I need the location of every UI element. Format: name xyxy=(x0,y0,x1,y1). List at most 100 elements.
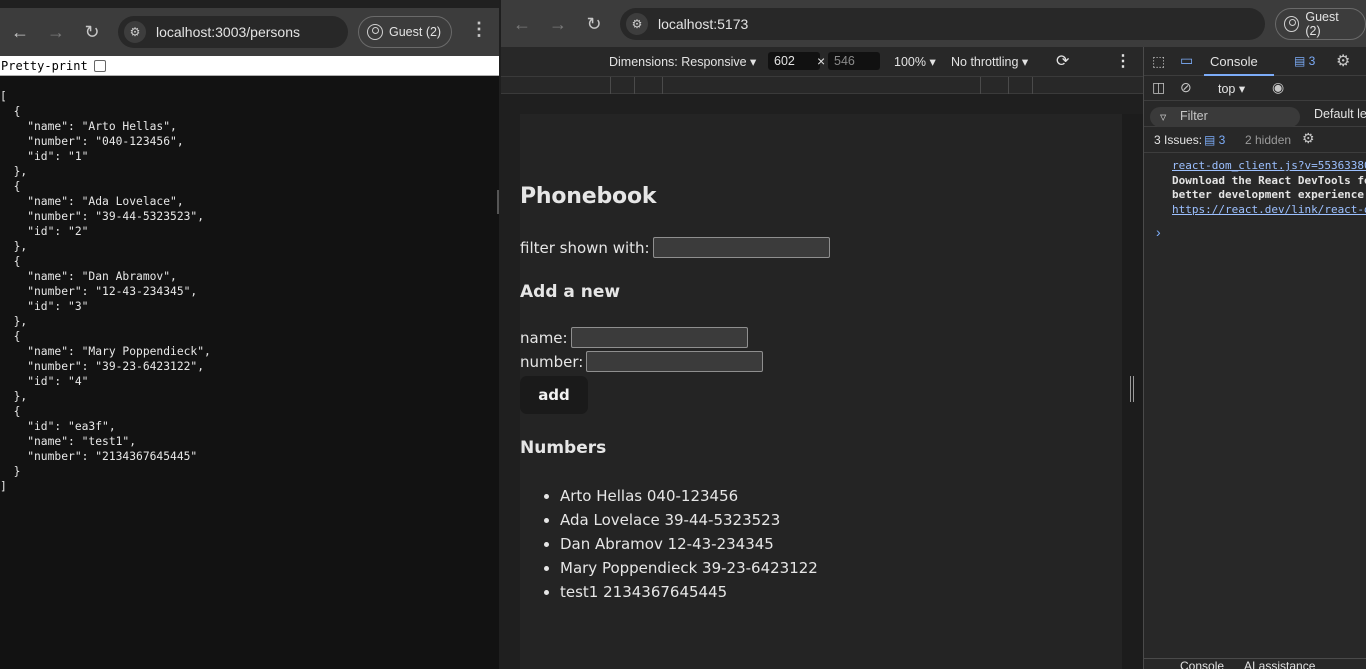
context-select[interactable]: top ▾ xyxy=(1218,81,1245,96)
console-prompt-icon[interactable]: › xyxy=(1156,224,1161,240)
filter-row: ▿ Filter Default lev xyxy=(1144,101,1366,127)
issues-count: 3 xyxy=(1218,133,1226,147)
json-line: "number": "39-23-6423122", xyxy=(0,360,205,373)
json-line: { xyxy=(0,180,21,193)
left-toolbar: ← → ↻ ⚙ localhost:3003/persons Guest (2)… xyxy=(0,8,499,56)
devtools-panel: ⬚ ▭ Console ▤ 3 ⚙ ◫ ⊘ top ▾ ◉ ▿ Filter D… xyxy=(1143,47,1366,669)
json-line: "number": "040-123456", xyxy=(0,135,184,148)
profile-button[interactable]: Guest (2) xyxy=(1275,8,1366,40)
ruler-tick xyxy=(980,77,981,94)
width-input[interactable]: 602 xyxy=(768,52,820,70)
zoom-select[interactable]: 100% ▾ xyxy=(894,54,936,69)
person-item: Arto Hellas 040-123456 xyxy=(560,484,818,508)
json-line: { xyxy=(0,255,21,268)
profile-icon xyxy=(1284,16,1300,32)
add-button[interactable]: add xyxy=(520,376,588,414)
issues-settings-icon[interactable]: ⚙ xyxy=(1302,130,1315,147)
zoom-label: 100% xyxy=(894,55,926,69)
reload-icon[interactable]: ↻ xyxy=(80,20,104,44)
drawer-tab-console[interactable]: Console xyxy=(1180,659,1224,669)
json-line: { xyxy=(0,405,21,418)
viewport-resize-handle[interactable] xyxy=(1130,376,1134,402)
filter-label: filter shown with: xyxy=(520,238,650,257)
address-url: localhost:3003/persons xyxy=(156,24,300,40)
address-bar[interactable]: ⚙ localhost:3003/persons xyxy=(118,16,348,48)
console-message: react-dom_client.js?v=55363380 Download … xyxy=(1172,159,1366,217)
eye-icon[interactable]: ◉ xyxy=(1272,79,1284,96)
hidden-count: 2 hidden xyxy=(1245,133,1292,147)
json-line: "id": "4" xyxy=(0,375,89,388)
ruler-tick xyxy=(1008,77,1009,94)
json-line: { xyxy=(0,330,21,343)
profile-button[interactable]: Guest (2) xyxy=(358,16,453,48)
add-heading: Add a new xyxy=(520,282,621,302)
issues-label: 3 Issues: xyxy=(1154,133,1203,147)
site-info-icon[interactable]: ⚙ xyxy=(124,21,146,43)
back-icon[interactable]: ← xyxy=(8,20,32,44)
filter-placeholder: Filter xyxy=(1180,109,1208,123)
page-title: Phonebook xyxy=(520,184,657,209)
json-line: }, xyxy=(0,315,28,328)
inspect-icon[interactable]: ⬚ xyxy=(1152,53,1165,70)
device-menu-icon[interactable]: ⋮ xyxy=(1115,51,1131,71)
json-line: "name": "Mary Poppendieck", xyxy=(0,345,211,358)
console-url-link[interactable]: https://react.dev/link/react-d xyxy=(1172,203,1366,216)
json-line: "name": "Arto Hellas", xyxy=(0,120,177,133)
json-line: }, xyxy=(0,165,28,178)
json-line: "number": "2134367645445" xyxy=(0,450,198,463)
clear-console-icon[interactable]: ⊘ xyxy=(1180,79,1192,96)
issues-tab-count: 3 xyxy=(1308,54,1316,68)
number-input[interactable] xyxy=(586,351,764,372)
rotate-icon[interactable]: ⟳ xyxy=(1056,51,1069,71)
device-toggle-icon[interactable]: ▭ xyxy=(1180,52,1193,69)
pretty-print-checkbox[interactable] xyxy=(93,59,106,72)
back-icon[interactable]: ← xyxy=(510,12,534,36)
json-line: "id": "ea3f", xyxy=(0,420,116,433)
filter-row: filter shown with: xyxy=(520,237,830,258)
settings-icon[interactable]: ⚙ xyxy=(1336,51,1350,71)
console-filter-input[interactable]: ▿ Filter xyxy=(1150,107,1300,127)
json-line: "id": "3" xyxy=(0,300,89,313)
drawer-tab-ai[interactable]: AI assistance xyxy=(1244,659,1315,669)
ruler-tick xyxy=(662,77,663,94)
log-levels-select[interactable]: Default lev xyxy=(1314,107,1366,121)
right-toolbar: ← → ↻ ⚙ localhost:5173 Guest (2) xyxy=(501,0,1366,47)
tab-console[interactable]: Console xyxy=(1210,54,1258,69)
json-line: "number": "39-44-5323523", xyxy=(0,210,205,223)
person-item: Ada Lovelace 39-44-5323523 xyxy=(560,508,818,532)
site-info-icon[interactable]: ⚙ xyxy=(626,13,648,35)
ruler-tick xyxy=(1032,77,1033,94)
dimensions-select[interactable]: Dimensions: Responsive ▾ xyxy=(609,54,756,69)
json-line: }, xyxy=(0,390,28,403)
resize-grip[interactable] xyxy=(497,190,499,214)
dimensions-label: Dimensions: Responsive xyxy=(609,55,747,69)
bottom-drawer: Console AI assistance xyxy=(1144,658,1366,669)
sidebar-toggle-icon[interactable]: ◫ xyxy=(1152,79,1165,96)
issues-count-badge[interactable]: ▤ 3 xyxy=(1204,133,1225,147)
issues-tab-icon[interactable]: ▤ 3 xyxy=(1294,54,1315,68)
height-input[interactable]: 546 xyxy=(828,52,880,70)
filter-input[interactable] xyxy=(652,237,830,258)
json-line: "id": "1" xyxy=(0,150,89,163)
profile-icon xyxy=(367,24,383,40)
json-line: "number": "12-43-234345", xyxy=(0,285,198,298)
reload-icon[interactable]: ↻ xyxy=(582,12,606,36)
forward-icon[interactable]: → xyxy=(44,20,68,44)
name-label: name: xyxy=(520,328,568,347)
json-line: }, xyxy=(0,240,28,253)
pretty-print-bar: Pretty-print xyxy=(0,56,499,76)
name-input[interactable] xyxy=(570,327,748,348)
media-query-ruler xyxy=(501,76,1143,94)
numbers-heading: Numbers xyxy=(520,438,607,458)
json-line: "name": "Ada Lovelace", xyxy=(0,195,184,208)
tab-strip xyxy=(0,0,499,8)
person-item: Mary Poppendieck 39-23-6423122 xyxy=(560,556,818,580)
right-browser-window: ← → ↻ ⚙ localhost:5173 Guest (2) Dimensi… xyxy=(501,0,1366,669)
console-source-link[interactable]: react-dom_client.js?v=55363380 xyxy=(1172,159,1366,172)
ruler-tick xyxy=(634,77,635,94)
context-label: top xyxy=(1218,82,1236,96)
forward-icon[interactable]: → xyxy=(546,12,570,36)
throttling-select[interactable]: No throttling ▾ xyxy=(951,54,1028,69)
menu-icon[interactable]: ⋮ xyxy=(470,19,488,40)
address-bar[interactable]: ⚙ localhost:5173 xyxy=(620,8,1265,40)
